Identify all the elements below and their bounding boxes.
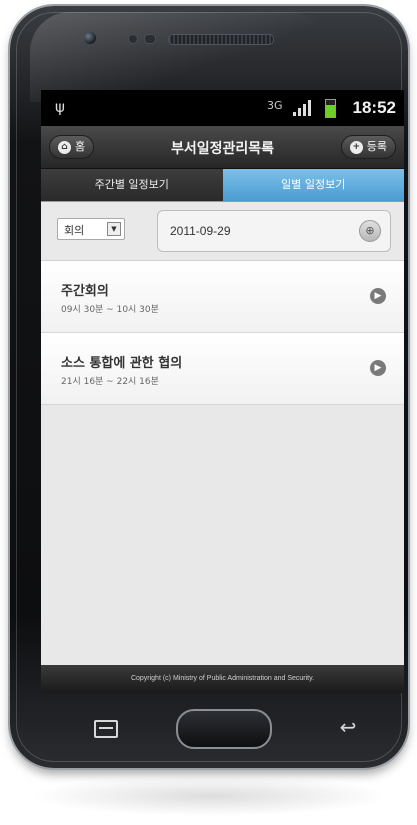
- phone-device: ψ 3G 18:52 ⌂ 홈 부서일정관리목록 + 등록 주간별 일정보기 일별…: [10, 6, 408, 768]
- date-picker-icon[interactable]: ⊕: [359, 220, 381, 242]
- add-button[interactable]: + 등록: [340, 135, 396, 159]
- chevron-down-icon: ▼: [107, 222, 121, 236]
- item-title: 소스 통합에 관한 협의: [61, 356, 183, 371]
- home-key[interactable]: [176, 709, 272, 749]
- date-field[interactable]: 2011-09-29 ⊕: [157, 210, 391, 252]
- date-value: 2011-09-29: [170, 224, 231, 238]
- schedule-list: 주간회의 09시 30분 ~ 10시 30분 ▶ 소스 통합에 관한 협의 21…: [41, 261, 404, 405]
- phone-shadow: [30, 776, 390, 816]
- tab-weekly[interactable]: 주간별 일정보기: [41, 169, 223, 201]
- clock: 18:52: [352, 98, 396, 117]
- copyright-footer: Copyright (c) Ministry of Public Adminis…: [41, 665, 404, 693]
- item-time: 09시 30분 ~ 10시 30분: [61, 305, 159, 315]
- add-button-label: 등록: [366, 140, 387, 153]
- earpiece-speaker: [168, 34, 274, 45]
- type-select[interactable]: 회의 ▼: [57, 218, 125, 240]
- usb-icon: ψ: [55, 98, 65, 116]
- plus-icon: +: [349, 140, 363, 154]
- app-header: ⌂ 홈 부서일정관리목록 + 등록: [41, 126, 404, 169]
- network-type: 3G: [267, 99, 283, 112]
- list-item[interactable]: 소스 통합에 관한 협의 21시 16분 ~ 22시 16분 ▶: [41, 333, 404, 405]
- item-time: 21시 16분 ~ 22시 16분: [61, 377, 159, 387]
- proximity-sensor: [128, 34, 138, 44]
- chevron-right-icon: ▶: [370, 360, 386, 376]
- light-sensor: [144, 34, 156, 44]
- menu-key-icon[interactable]: [94, 720, 118, 738]
- view-tabs: 주간별 일정보기 일별 일정보기: [41, 169, 404, 202]
- signal-icon: [293, 100, 313, 116]
- list-item[interactable]: 주간회의 09시 30분 ~ 10시 30분 ▶: [41, 261, 404, 333]
- battery-icon: [325, 99, 336, 118]
- back-key-icon[interactable]: ↩: [336, 717, 360, 737]
- front-camera: [84, 32, 96, 44]
- item-title: 주간회의: [61, 284, 109, 299]
- tab-daily[interactable]: 일별 일정보기: [222, 169, 404, 201]
- screen: ψ 3G 18:52 ⌂ 홈 부서일정관리목록 + 등록 주간별 일정보기 일별…: [41, 90, 404, 693]
- filter-bar: 회의 ▼ 2011-09-29 ⊕: [41, 202, 404, 261]
- chevron-right-icon: ▶: [370, 288, 386, 304]
- glass-reflection: [30, 12, 330, 102]
- type-select-value: 회의: [64, 224, 85, 237]
- status-bar: ψ 3G 18:52: [41, 90, 404, 126]
